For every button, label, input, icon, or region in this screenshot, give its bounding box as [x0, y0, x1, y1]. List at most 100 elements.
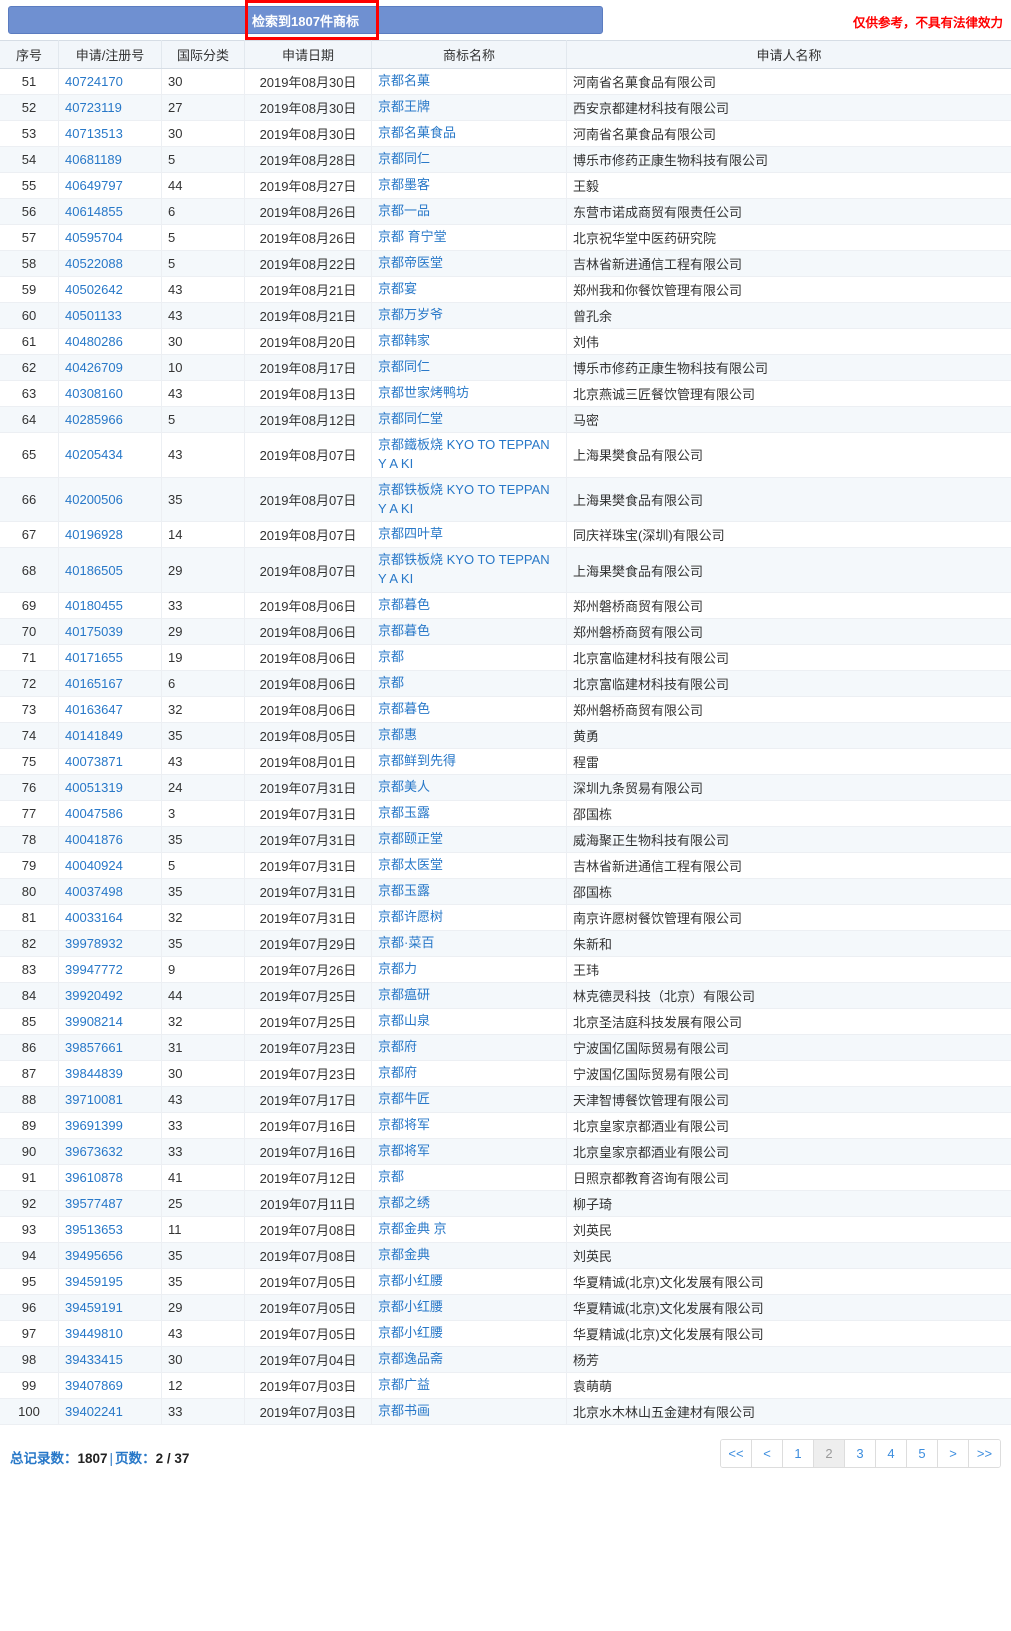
registration-number-link[interactable]: 40037498 — [65, 884, 123, 899]
registration-number-link[interactable]: 40047586 — [65, 806, 123, 821]
registration-number-link[interactable]: 40614855 — [65, 204, 123, 219]
registration-number-link[interactable]: 40308160 — [65, 386, 123, 401]
trademark-name-link[interactable]: 京都 — [378, 648, 404, 667]
pagination-control[interactable]: << <1 2 3 4 5 > >> — [720, 1439, 1001, 1469]
trademark-name-link[interactable]: 京都将军 — [378, 1142, 430, 1161]
registration-number-link[interactable]: 39459191 — [65, 1300, 123, 1315]
registration-number-link[interactable]: 39459195 — [65, 1274, 123, 1289]
trademark-name-link[interactable]: 京都同仁堂 — [378, 410, 443, 429]
trademark-name-link[interactable]: 京都小红腰 — [378, 1298, 443, 1317]
trademark-name-link[interactable]: 京都名菓食品 — [378, 124, 456, 143]
trademark-name-link[interactable]: 京都 — [378, 674, 404, 693]
registration-number-link[interactable]: 40186505 — [65, 563, 123, 578]
registration-number-link[interactable]: 40163647 — [65, 702, 123, 717]
registration-number-link[interactable]: 39513653 — [65, 1222, 123, 1237]
trademark-name-link[interactable]: 京都四叶草 — [378, 525, 443, 544]
trademark-name-link[interactable]: 京都太医堂 — [378, 856, 443, 875]
trademark-name-link[interactable]: 京都府 — [378, 1038, 417, 1057]
registration-number-link[interactable]: 40480286 — [65, 334, 123, 349]
registration-number-link[interactable]: 40175039 — [65, 624, 123, 639]
trademark-name-link[interactable]: 京都同仁 — [378, 150, 430, 169]
registration-number-link[interactable]: 39691399 — [65, 1118, 123, 1133]
trademark-name-link[interactable]: 京都美人 — [378, 778, 430, 797]
registration-number-link[interactable]: 39908214 — [65, 1014, 123, 1029]
trademark-name-link[interactable]: 京都暮色 — [378, 596, 430, 615]
trademark-name-link[interactable]: 京都韩家 — [378, 332, 430, 351]
trademark-name-link[interactable]: 京都逸品斋 — [378, 1350, 443, 1369]
registration-number-link[interactable]: 40595704 — [65, 230, 123, 245]
registration-number-link[interactable]: 40041876 — [65, 832, 123, 847]
trademark-name-link[interactable]: 京都力 — [378, 960, 417, 979]
registration-number-link[interactable]: 40171655 — [65, 650, 123, 665]
pagination-prev[interactable]: < — [752, 1440, 783, 1468]
registration-number-link[interactable]: 39402241 — [65, 1404, 123, 1419]
trademark-name-link[interactable]: 京都暮色 — [378, 622, 430, 641]
trademark-name-link[interactable]: 京都铁板烧 KYO TO TEPPAN Y A KI — [378, 551, 560, 589]
trademark-name-link[interactable]: 京都之绣 — [378, 1194, 430, 1213]
trademark-name-link[interactable]: 京都王牌 — [378, 98, 430, 117]
pagination-last[interactable]: >> — [969, 1440, 1000, 1468]
trademark-name-link[interactable]: 京都玉露 — [378, 882, 430, 901]
registration-number-link[interactable]: 40723119 — [65, 100, 122, 115]
trademark-name-link[interactable]: 京都世家烤鸭坊 — [378, 384, 469, 403]
trademark-name-link[interactable]: 京都墨客 — [378, 176, 430, 195]
registration-number-link[interactable]: 40426709 — [65, 360, 123, 375]
registration-number-link[interactable]: 39920492 — [65, 988, 123, 1003]
trademark-name-link[interactable]: 京都帝医堂 — [378, 254, 443, 273]
registration-number-link[interactable]: 40205434 — [65, 447, 123, 462]
registration-number-link[interactable]: 40502642 — [65, 282, 123, 297]
trademark-name-link[interactable]: 京都 — [378, 1168, 404, 1187]
registration-number-link[interactable]: 39449810 — [65, 1326, 123, 1341]
registration-number-link[interactable]: 39577487 — [65, 1196, 123, 1211]
trademark-name-link[interactable]: 京都宴 — [378, 280, 417, 299]
pagination-page-3[interactable]: 3 — [845, 1440, 876, 1468]
registration-number-link[interactable]: 39710081 — [65, 1092, 123, 1107]
registration-number-link[interactable]: 40724170 — [65, 74, 123, 89]
registration-number-link[interactable]: 40285966 — [65, 412, 123, 427]
trademark-name-link[interactable]: 京都牛匠 — [378, 1090, 430, 1109]
trademark-name-link[interactable]: 京都一品 — [378, 202, 430, 221]
trademark-name-link[interactable]: 京都山泉 — [378, 1012, 430, 1031]
trademark-name-link[interactable]: 京都 育宁堂 — [378, 228, 447, 247]
trademark-name-link[interactable]: 京都·菜百 — [378, 934, 434, 953]
trademark-name-link[interactable]: 京都名菓 — [378, 72, 430, 91]
registration-number-link[interactable]: 40141849 — [65, 728, 123, 743]
trademark-name-link[interactable]: 京都小红腰 — [378, 1272, 443, 1291]
registration-number-link[interactable]: 40196928 — [65, 527, 123, 542]
trademark-name-link[interactable]: 京都金典 京 — [378, 1220, 447, 1239]
trademark-name-link[interactable]: 京都鲜到先得 — [378, 752, 456, 771]
trademark-name-link[interactable]: 京都惠 — [378, 726, 417, 745]
registration-number-link[interactable]: 39978932 — [65, 936, 123, 951]
registration-number-link[interactable]: 39495656 — [65, 1248, 123, 1263]
registration-number-link[interactable]: 40033164 — [65, 910, 123, 925]
registration-number-link[interactable]: 40200506 — [65, 492, 123, 507]
registration-number-link[interactable]: 39844839 — [65, 1066, 123, 1081]
registration-number-link[interactable]: 39947772 — [65, 962, 123, 977]
registration-number-link[interactable]: 40180455 — [65, 598, 123, 613]
registration-number-link[interactable]: 40073871 — [65, 754, 123, 769]
trademark-name-link[interactable]: 京都将军 — [378, 1116, 430, 1135]
registration-number-link[interactable]: 40040924 — [65, 858, 123, 873]
registration-number-link[interactable]: 40165167 — [65, 676, 123, 691]
trademark-name-link[interactable]: 京都瘟研 — [378, 986, 430, 1005]
registration-number-link[interactable]: 40051319 — [65, 780, 123, 795]
registration-number-link[interactable]: 39610878 — [65, 1170, 123, 1185]
registration-number-link[interactable]: 40713513 — [65, 126, 123, 141]
trademark-name-link[interactable]: 京都府 — [378, 1064, 417, 1083]
trademark-name-link[interactable]: 京都金典 — [378, 1246, 430, 1265]
pagination-page-1[interactable]: 1 — [783, 1440, 814, 1468]
trademark-name-link[interactable]: 京都同仁 — [378, 358, 430, 377]
trademark-name-link[interactable]: 京都万岁爷 — [378, 306, 443, 325]
trademark-name-link[interactable]: 京都广益 — [378, 1376, 430, 1395]
registration-number-link[interactable]: 39433415 — [65, 1352, 123, 1367]
pagination-next[interactable]: > — [938, 1440, 969, 1468]
trademark-name-link[interactable]: 京都鐵板烧 KYO TO TEPPAN Y A KI — [378, 436, 560, 474]
trademark-name-link[interactable]: 京都颐正堂 — [378, 830, 443, 849]
registration-number-link[interactable]: 40649797 — [65, 178, 123, 193]
pagination-first[interactable]: << — [721, 1440, 752, 1468]
registration-number-link[interactable]: 39407869 — [65, 1378, 123, 1393]
registration-number-link[interactable]: 40501133 — [65, 308, 122, 323]
trademark-name-link[interactable]: 京都书画 — [378, 1402, 430, 1421]
registration-number-link[interactable]: 39857661 — [65, 1040, 123, 1055]
pagination-page-5[interactable]: 5 — [907, 1440, 938, 1468]
